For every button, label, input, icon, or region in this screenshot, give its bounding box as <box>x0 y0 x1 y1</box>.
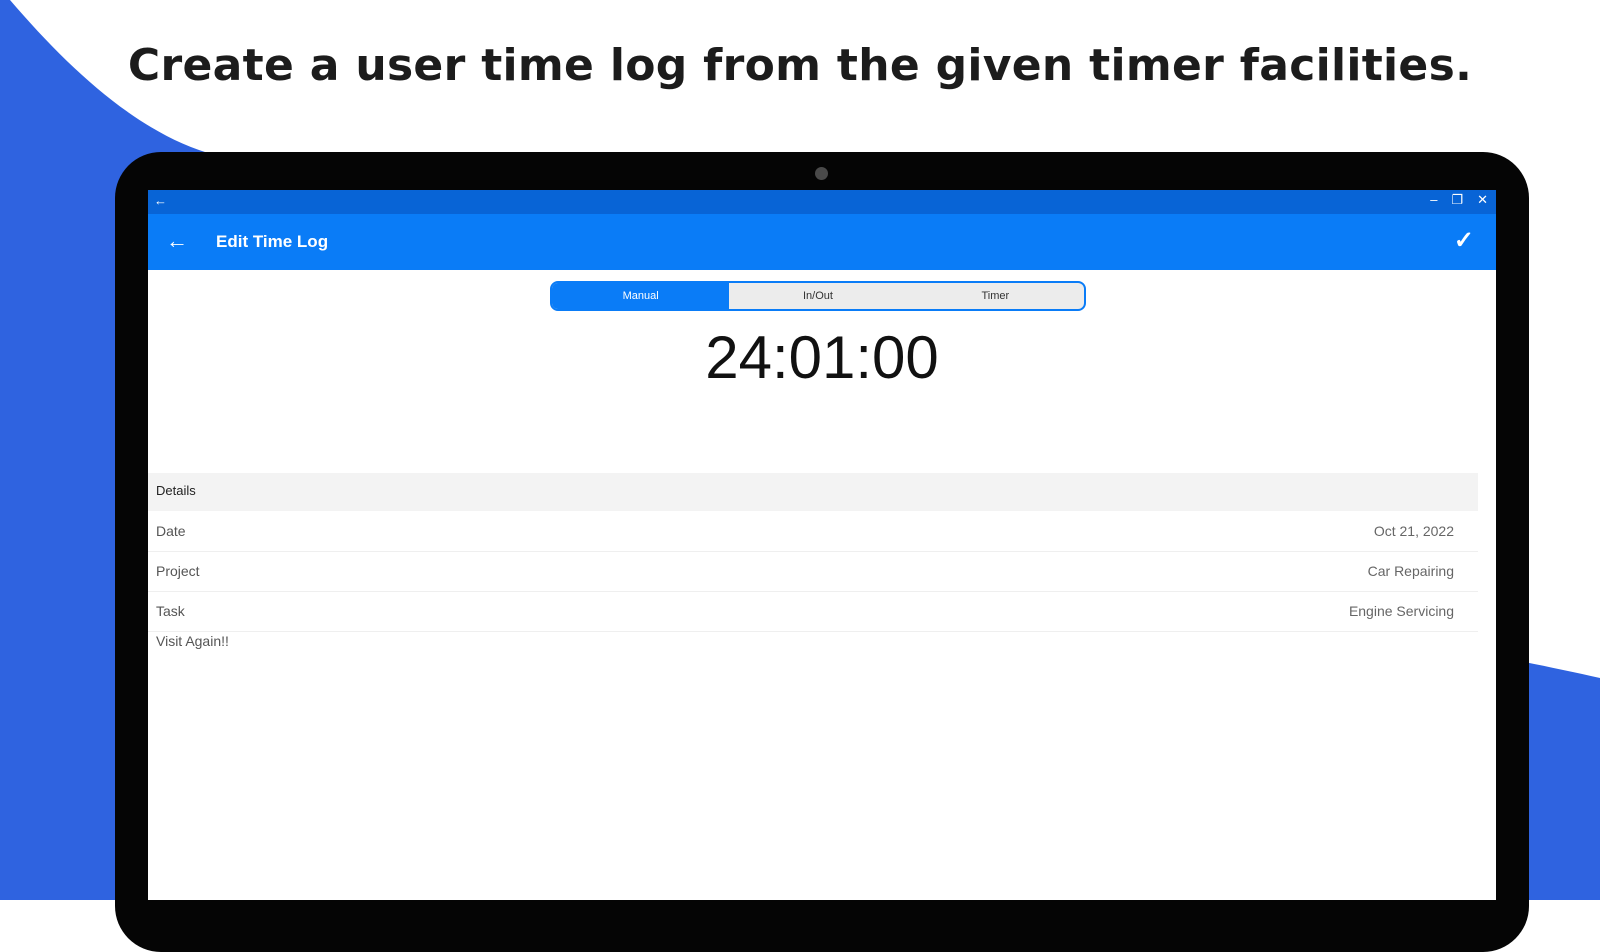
segment-in-out[interactable]: In/Out <box>729 283 906 309</box>
detail-value: Engine Servicing <box>1348 603 1454 619</box>
detail-label: Project <box>156 563 200 579</box>
details-header: Details <box>148 473 1478 511</box>
detail-row-task[interactable]: Task Engine Servicing <box>148 593 1478 632</box>
arrow-left-icon[interactable]: ← <box>166 228 188 254</box>
segment-timer[interactable]: Timer <box>907 283 1084 309</box>
camera-dot <box>815 167 828 180</box>
close-icon[interactable]: ✕ <box>1477 192 1488 208</box>
note-text[interactable]: Visit Again!! <box>156 633 229 649</box>
detail-row-project[interactable]: Project Car Repairing <box>148 553 1478 592</box>
detail-value: Car Repairing <box>1367 563 1454 579</box>
window-back-icon[interactable]: ← <box>154 193 167 208</box>
detail-value: Oct 21, 2022 <box>1373 523 1454 539</box>
detail-row-date[interactable]: Date Oct 21, 2022 <box>148 513 1478 552</box>
headline: Create a user time log from the given ti… <box>127 40 1473 91</box>
check-icon[interactable]: ✓ <box>1454 226 1474 255</box>
mode-segmented-control: Manual In/Out Timer <box>550 281 1086 311</box>
detail-label: Task <box>156 603 185 619</box>
time-display[interactable]: 24:01:00 <box>148 323 1496 392</box>
restore-icon[interactable]: ❐ <box>1451 192 1463 208</box>
app-screen: ← – ❐ ✕ ← Edit Time Log ✓ Manual In/Out … <box>148 190 1496 900</box>
page-title: Edit Time Log <box>216 232 329 251</box>
app-bar: ← Edit Time Log ✓ <box>148 214 1496 270</box>
window-titlebar: ← – ❐ ✕ <box>148 190 1496 214</box>
segment-manual[interactable]: Manual <box>552 283 730 309</box>
minimize-icon[interactable]: – <box>1430 192 1437 208</box>
window-controls: – ❐ ✕ <box>1430 192 1488 208</box>
detail-label: Date <box>156 523 186 539</box>
